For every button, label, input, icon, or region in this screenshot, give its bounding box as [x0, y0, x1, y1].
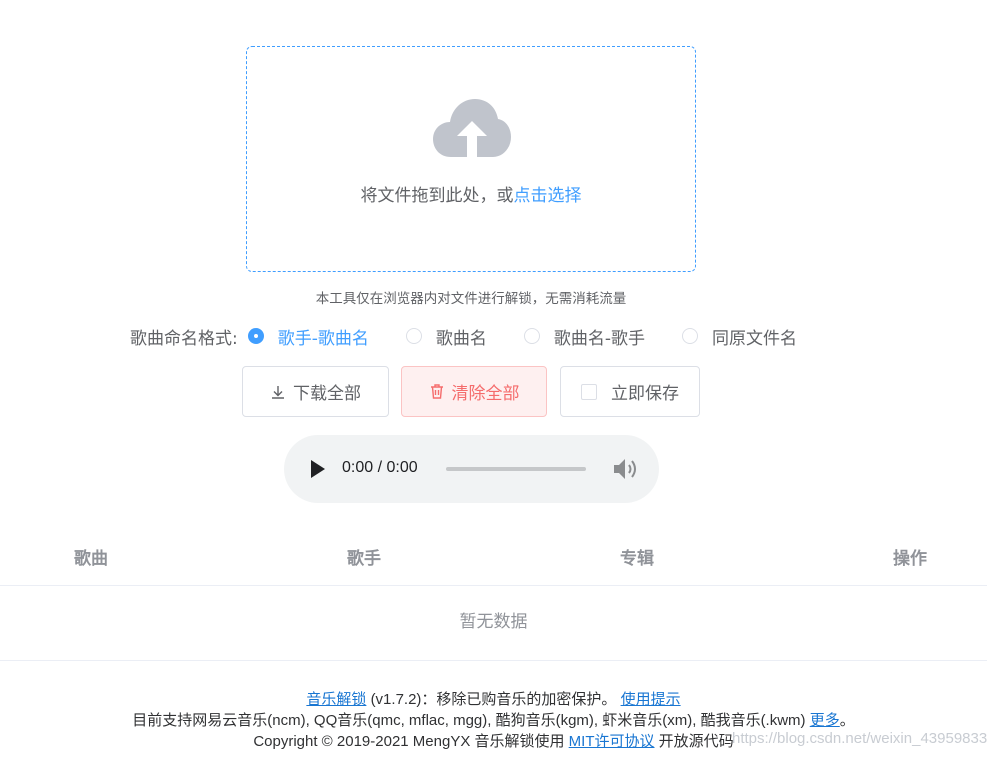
select-file-link[interactable]: 点击选择	[514, 186, 582, 206]
clear-all-label: 清除全部	[451, 384, 520, 404]
upload-tip: 本工具仅在浏览器内对文件进行解锁，无需消耗流量	[315, 291, 627, 307]
version-text: (v1.7.2)：移除已购音乐的加密保护。	[370, 691, 617, 708]
playback-time: 0:00 / 0:00	[342, 459, 418, 476]
upload-text: 将文件拖到此处，或点击选择	[247, 181, 695, 206]
column-header-album: 专辑	[620, 549, 654, 569]
upload-dropzone[interactable]: 将文件拖到此处，或点击选择	[246, 46, 696, 272]
audio-player: 0:00 / 0:00	[284, 435, 659, 503]
upload-prompt: 将文件拖到此处，或	[360, 186, 514, 206]
instant-save-checkbox[interactable]: 立即保存	[560, 366, 700, 417]
radio-label: 同原文件名	[712, 328, 798, 349]
watermark-text: https://blog.csdn.net/weixin_43959833	[732, 730, 987, 747]
radio-indicator[interactable]	[247, 328, 264, 344]
cloud-upload-icon	[433, 99, 511, 157]
play-icon[interactable]	[310, 459, 326, 479]
table-header: 歌曲 歌手 专辑 操作	[0, 534, 987, 586]
footer-line-2: 目前支持网易云音乐(ncm), QQ音乐(qmc, mflac, mgg), 酷…	[0, 709, 987, 730]
radio-label: 歌手-歌曲名	[277, 328, 369, 349]
radio-singer-title[interactable]: 歌手-歌曲名	[247, 324, 369, 349]
footer-line-1: 音乐解锁 (v1.7.2)：移除已购音乐的加密保护。 使用提示	[0, 688, 987, 709]
more-link[interactable]: 更多	[810, 712, 840, 729]
volume-icon[interactable]	[612, 456, 640, 482]
app-link[interactable]: 音乐解锁	[306, 691, 366, 708]
period-text: 。	[839, 712, 855, 729]
open-source-text: 开放源代码	[658, 733, 734, 750]
copyright-text: Copyright © 2019-2021 MengYX 音乐解锁使用	[253, 733, 565, 750]
radio-title-singer[interactable]: 歌曲名-歌手	[523, 324, 646, 349]
download-all-button[interactable]: 下载全部	[242, 366, 389, 417]
license-link[interactable]: MIT许可协议	[569, 733, 655, 750]
radio-original-filename[interactable]: 同原文件名	[682, 324, 797, 349]
radio-title[interactable]: 歌曲名	[405, 324, 487, 349]
instant-save-label: 立即保存	[611, 384, 679, 404]
support-text: 目前支持网易云音乐(ncm), QQ音乐(qmc, mflac, mgg), 酷…	[132, 712, 806, 729]
trash-icon	[430, 384, 443, 399]
radio-label: 歌曲名	[435, 328, 487, 349]
progress-bar[interactable]	[446, 467, 586, 471]
column-header-singer: 歌手	[347, 549, 381, 569]
naming-format-label: 歌曲命名格式:	[130, 328, 238, 349]
radio-label: 歌曲名-歌手	[553, 328, 646, 349]
download-all-label: 下载全部	[293, 384, 361, 404]
clear-all-button[interactable]: 清除全部	[401, 366, 547, 417]
download-icon	[272, 385, 284, 399]
column-header-song: 歌曲	[74, 549, 108, 569]
naming-format-group: 歌曲命名格式: 歌手-歌曲名 歌曲名 歌曲名-歌手 同原文件名	[130, 323, 834, 349]
column-header-actions: 操作	[893, 549, 927, 569]
empty-table-text: 暂无数据	[0, 586, 987, 661]
radio-indicator[interactable]	[405, 328, 422, 344]
help-link[interactable]: 使用提示	[621, 691, 681, 708]
radio-indicator[interactable]	[682, 328, 699, 344]
radio-indicator[interactable]	[523, 328, 540, 344]
checkbox-indicator[interactable]	[581, 383, 597, 400]
